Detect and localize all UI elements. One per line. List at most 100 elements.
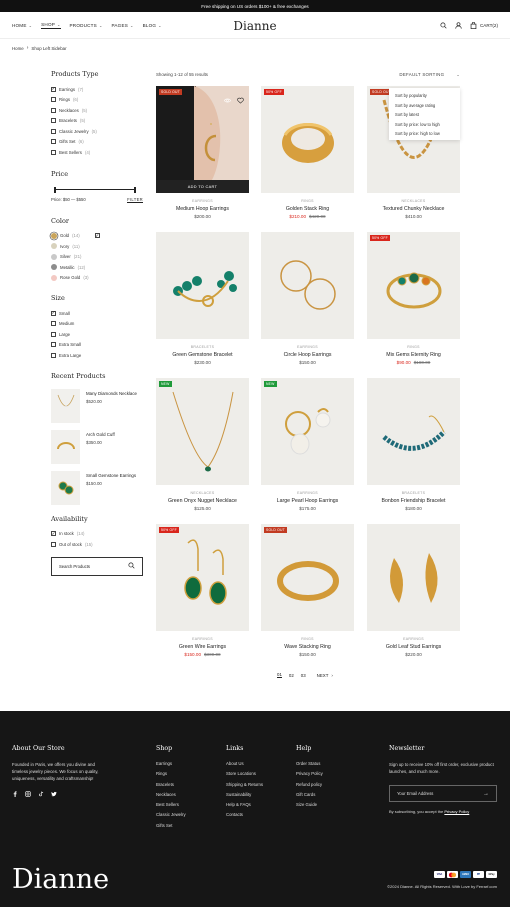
- color-option[interactable]: Rose Gold (3): [51, 273, 146, 284]
- recent-product-name[interactable]: Many Diamonds Necklace: [86, 391, 137, 396]
- color-swatch[interactable]: [51, 232, 57, 239]
- checkbox[interactable]: [51, 331, 56, 337]
- product-category[interactable]: EARRINGS: [261, 345, 354, 349]
- recent-product-name[interactable]: Small Gemstone Earrings: [86, 473, 136, 478]
- nav-shop[interactable]: SHOP ⌄: [41, 22, 61, 29]
- color-swatch[interactable]: [51, 253, 57, 260]
- checkbox[interactable]: [51, 149, 56, 155]
- size-option[interactable]: Medium: [51, 319, 146, 330]
- eye-icon[interactable]: [224, 91, 231, 109]
- product-name[interactable]: Green Gemstone Bracelet: [156, 352, 249, 358]
- footer-help-link[interactable]: Gift Cards: [296, 792, 323, 802]
- checkbox[interactable]: [51, 107, 56, 113]
- page-3[interactable]: 03: [301, 673, 306, 678]
- product-image[interactable]: [367, 378, 460, 485]
- sort-option[interactable]: Sort by latest: [395, 110, 454, 120]
- product-card[interactable]: 50% OFF RINGS Mix Gems Eternity Ring $90.00…: [367, 232, 460, 365]
- cart-button[interactable]: CART(2): [470, 22, 498, 29]
- recent-product-image[interactable]: [51, 470, 80, 505]
- product-image[interactable]: 50% OFF: [261, 86, 354, 193]
- product-name[interactable]: Wave Stacking Ring: [261, 644, 354, 650]
- sort-option[interactable]: Sort by average rating: [395, 101, 454, 111]
- product-image[interactable]: NEW: [261, 378, 354, 485]
- checkbox[interactable]: [51, 541, 56, 547]
- footer-link[interactable]: Sustainability: [226, 792, 263, 802]
- product-card[interactable]: SOLD OUT ADD TO CART EARRINGS Medium Hoop E…: [156, 86, 249, 219]
- product-card[interactable]: BRACELETS Bonbon Friendship Bracelet $180.…: [367, 378, 460, 511]
- product-image[interactable]: 50% OFF: [156, 524, 249, 631]
- product-image[interactable]: SOLD OUT: [261, 524, 354, 631]
- checkbox[interactable]: [51, 531, 56, 537]
- footer-help-link[interactable]: Size Guide: [296, 802, 323, 812]
- product-card[interactable]: NEW NECKLACES Green Onyx Nugget Necklace $1…: [156, 378, 249, 511]
- checkbox[interactable]: [51, 97, 56, 103]
- color-option[interactable]: Gold (14): [51, 231, 146, 242]
- recent-product[interactable]: Small Gemstone Earrings $150.00: [51, 470, 146, 505]
- size-option[interactable]: Extra Small: [51, 340, 146, 351]
- footer-logo[interactable]: Dianne: [12, 864, 109, 895]
- recent-product-image[interactable]: [51, 429, 80, 464]
- footer-shop-link[interactable]: Earrings: [156, 761, 186, 771]
- search-icon[interactable]: [128, 562, 135, 570]
- product-category[interactable]: EARRINGS: [367, 637, 460, 641]
- twitter-icon[interactable]: [51, 791, 57, 798]
- product-type-option[interactable]: Bracelets (5): [51, 116, 146, 127]
- product-type-option[interactable]: Classic Jewelry (5): [51, 126, 146, 137]
- footer-link[interactable]: Shipping & Returns: [226, 782, 263, 792]
- add-to-cart-button[interactable]: ADD TO CART: [156, 180, 249, 193]
- recent-product[interactable]: Arch Gold Cuff $350.00: [51, 429, 146, 464]
- nav-home[interactable]: HOME ⌄: [12, 23, 32, 28]
- product-name[interactable]: Green Wire Earrings: [156, 644, 249, 650]
- checkbox[interactable]: [51, 128, 56, 134]
- checkbox[interactable]: [51, 310, 56, 316]
- checkbox[interactable]: [51, 118, 56, 124]
- product-category[interactable]: RINGS: [261, 637, 354, 641]
- sort-dropdown[interactable]: DEFAULT SORTING ⌄: [399, 72, 460, 77]
- color-option[interactable]: Ivory (11): [51, 241, 146, 252]
- product-name[interactable]: Large Pearl Hoop Earrings: [261, 498, 354, 504]
- recent-product[interactable]: Many Diamonds Necklace $520.00: [51, 388, 146, 423]
- product-name[interactable]: Gold Leaf Stud Earrings: [367, 644, 460, 650]
- product-name[interactable]: Green Onyx Nugget Necklace: [156, 498, 249, 504]
- color-option[interactable]: Silver (21): [51, 252, 146, 263]
- breadcrumb-home[interactable]: Home: [12, 46, 24, 51]
- footer-shop-link[interactable]: Gifts Set: [156, 823, 186, 833]
- recent-product-name[interactable]: Arch Gold Cuff: [86, 432, 115, 437]
- checkbox[interactable]: [51, 352, 56, 358]
- availability-option[interactable]: In stock(14): [51, 529, 146, 540]
- nav-products[interactable]: PRODUCTS ⌄: [70, 23, 103, 28]
- product-image[interactable]: [367, 524, 460, 631]
- product-name[interactable]: Mix Gems Eternity Ring: [367, 352, 460, 358]
- product-name[interactable]: Circle Hoop Earrings: [261, 352, 354, 358]
- filter-button[interactable]: FILTER: [127, 197, 143, 203]
- site-logo[interactable]: Dianne: [233, 19, 276, 33]
- product-name[interactable]: Textured Chunky Necklace: [367, 206, 460, 212]
- color-swatch[interactable]: [51, 243, 57, 250]
- next-page-button[interactable]: NEXT ›: [317, 673, 333, 678]
- slider-handle-max[interactable]: [134, 186, 136, 193]
- product-card[interactable]: SOLD OUT RINGS Wave Stacking Ring $150.00: [261, 524, 354, 657]
- product-image[interactable]: SOLD OUT ADD TO CART: [156, 86, 249, 193]
- footer-shop-link[interactable]: Best Sellers: [156, 802, 186, 812]
- nav-pages[interactable]: PAGES ⌄: [112, 23, 134, 28]
- footer-shop-link[interactable]: Classic Jewelry: [156, 812, 186, 822]
- product-image[interactable]: [156, 232, 249, 339]
- facebook-icon[interactable]: [12, 791, 18, 798]
- heart-icon[interactable]: [237, 91, 244, 109]
- instagram-icon[interactable]: [25, 791, 31, 798]
- checkbox[interactable]: [51, 86, 56, 92]
- product-name[interactable]: Golden Stack Ring: [261, 206, 354, 212]
- user-icon[interactable]: [455, 21, 462, 30]
- color-option[interactable]: Metallic (12): [51, 262, 146, 273]
- product-image[interactable]: NEW: [156, 378, 249, 485]
- product-card[interactable]: 50% OFF EARRINGS Green Wire Earrings $150.0…: [156, 524, 249, 657]
- product-image[interactable]: 50% OFF: [367, 232, 460, 339]
- product-category[interactable]: NECKLACES: [367, 199, 460, 203]
- size-option[interactable]: Extra Large: [51, 350, 146, 361]
- color-swatch[interactable]: [51, 274, 57, 281]
- footer-link[interactable]: Store Locations: [226, 771, 263, 781]
- email-field[interactable]: Your Email Address: [397, 791, 433, 796]
- checkbox[interactable]: [94, 233, 100, 239]
- page-1[interactable]: 01: [277, 672, 282, 678]
- color-swatch[interactable]: [51, 264, 57, 271]
